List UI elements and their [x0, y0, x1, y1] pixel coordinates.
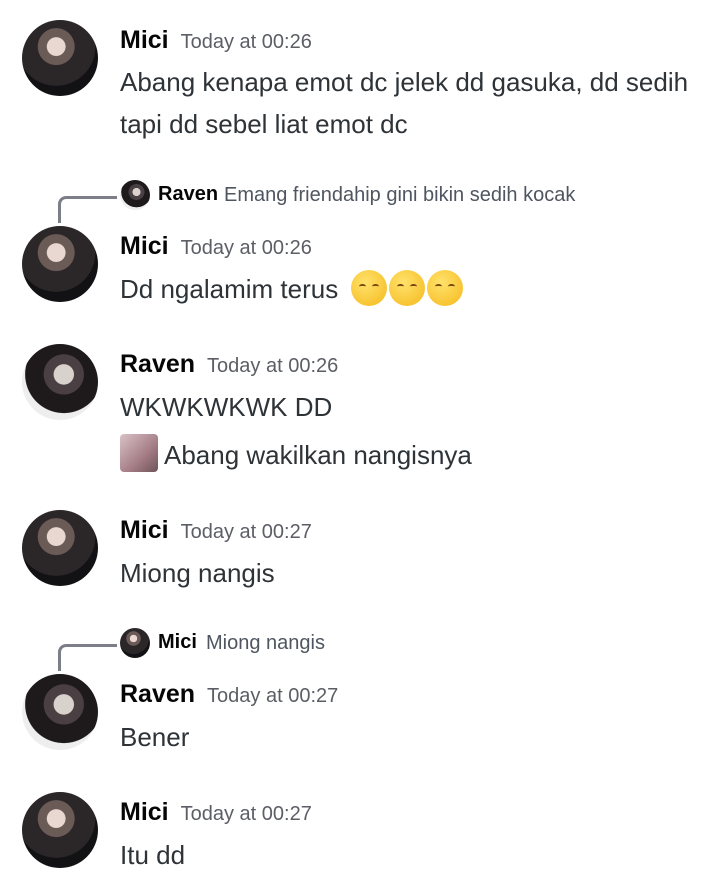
reply-author[interactable]: Mici — [158, 631, 197, 654]
message-content: Miong nangis — [120, 558, 275, 588]
timestamp: Today at 00:26 — [207, 355, 339, 377]
timestamp: Today at 00:27 — [207, 685, 339, 707]
author-name[interactable]: Mici — [120, 516, 169, 544]
author-name[interactable]: Mici — [120, 232, 169, 260]
timestamp: Today at 00:26 — [180, 31, 312, 53]
avatar[interactable] — [22, 20, 98, 96]
reply-text[interactable]: Miong nangis — [206, 632, 325, 655]
timestamp: Today at 00:27 — [180, 803, 312, 825]
message-body: Dd ngalamim terus — [120, 268, 700, 310]
reply-connector — [58, 644, 117, 671]
pensive-emoji-icon — [427, 270, 464, 306]
reply-preview[interactable]: Mici Miong nangis — [0, 628, 720, 671]
timestamp: Today at 00:27 — [180, 521, 312, 543]
reply-preview[interactable]: Raven Emang friendahip gini bikin sedih … — [0, 180, 720, 223]
message-content: Itu dd — [120, 840, 186, 870]
pensive-emoji-icon — [389, 270, 426, 306]
message-content: WKWKWKWK DD — [120, 392, 333, 422]
reply-avatar — [120, 628, 150, 658]
author-name[interactable]: Raven — [120, 350, 195, 378]
message-content: Bener — [120, 722, 190, 752]
message-content-2: Abang wakilkan nangisnya — [164, 440, 472, 470]
avatar[interactable] — [22, 510, 98, 586]
message-body: Abang wakilkan nangisnya — [120, 434, 700, 476]
timestamp: Today at 00:26 — [180, 237, 312, 259]
author-name[interactable]: Mici — [120, 26, 169, 54]
author-name[interactable]: Mici — [120, 798, 169, 826]
message-content: Dd ngalamim terus — [120, 274, 339, 304]
avatar[interactable] — [22, 674, 98, 750]
pensive-emoji-icon — [351, 270, 388, 306]
cat-sticker-icon — [120, 434, 158, 472]
avatar[interactable] — [22, 226, 98, 302]
reply-author[interactable]: Raven — [158, 183, 218, 206]
reply-avatar — [120, 180, 150, 210]
reply-text[interactable]: Emang friendahip gini bikin sedih kocak — [224, 184, 575, 207]
avatar[interactable] — [22, 344, 98, 420]
author-name[interactable]: Raven — [120, 680, 195, 708]
avatar[interactable] — [22, 792, 98, 868]
reply-connector — [58, 196, 117, 223]
message-content: Abang kenapa emot dc jelek dd gasuka, dd… — [120, 67, 689, 139]
